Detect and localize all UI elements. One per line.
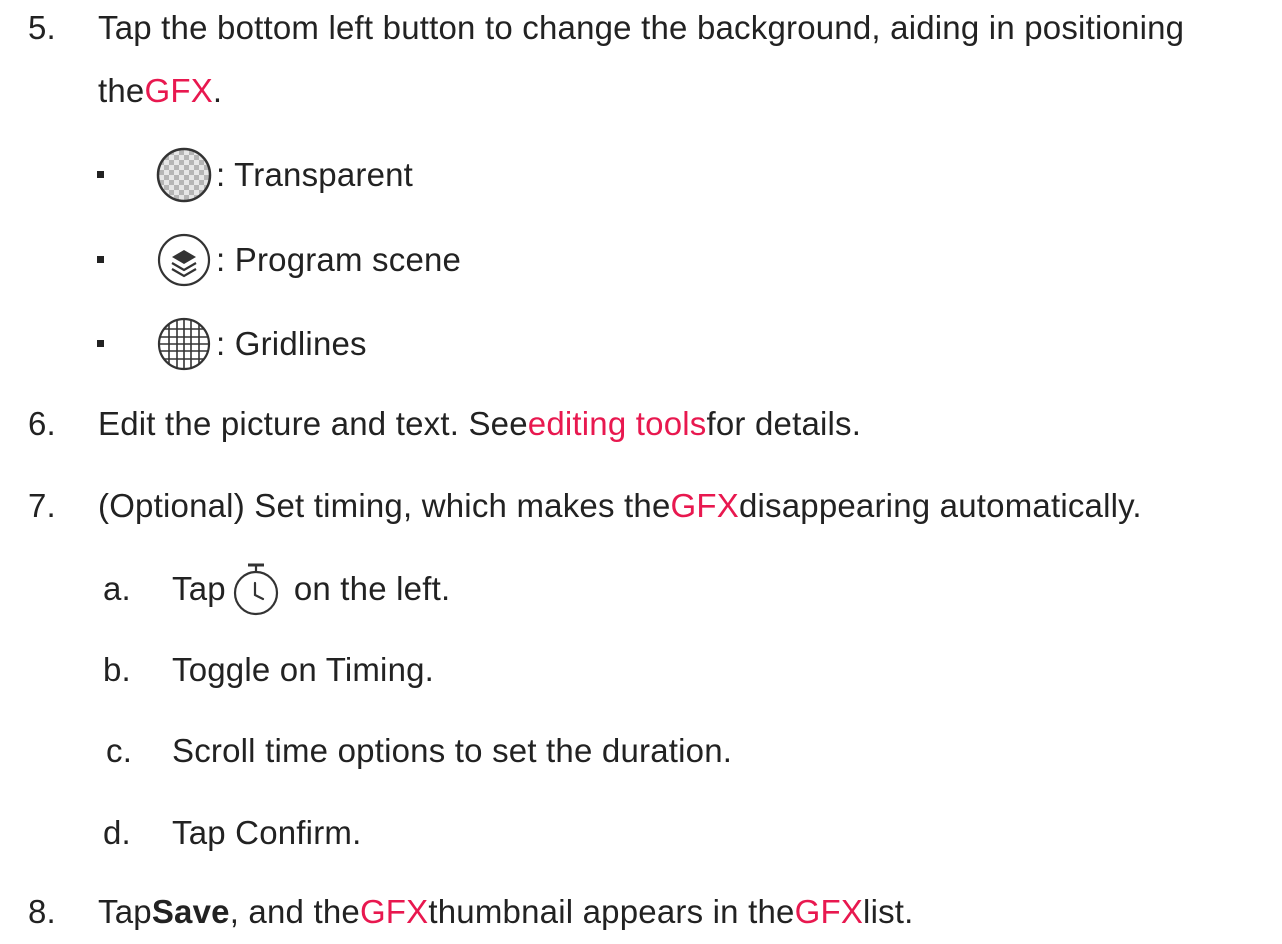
substep-text: Tap on the left. xyxy=(172,559,450,619)
step-text: (Optional) Set timing, which makes the G… xyxy=(98,487,1142,525)
gfx-term: GFX xyxy=(794,893,864,930)
step-text-cont: the GFX. xyxy=(98,72,222,110)
step-text: Edit the picture and text. See editing t… xyxy=(98,405,861,443)
bullet-content: : Transparent xyxy=(154,145,413,205)
text-segment: disappearing automatically. xyxy=(738,487,1142,524)
editing-tools-link[interactable]: editing tools xyxy=(528,405,707,443)
step-text: Tap the bottom left button to change the… xyxy=(98,9,1185,46)
substep-marker: b. xyxy=(103,651,131,688)
step-text: Tap Save, and the GFX thumbnail appears … xyxy=(98,893,914,931)
step-number: 6. xyxy=(28,405,56,442)
grid-icon xyxy=(154,314,214,374)
substep-text: Tap Confirm. xyxy=(172,814,362,851)
bullet-label: : Transparent xyxy=(216,156,414,193)
bullet-marker xyxy=(97,171,104,178)
text-segment: Tap xyxy=(172,570,226,607)
save-term: Save xyxy=(151,893,230,930)
text-segment: Tap xyxy=(98,893,152,930)
bullet-content: : Program scene xyxy=(154,230,461,290)
gfx-term: GFX xyxy=(670,487,739,524)
text-segment: Edit the picture and text. See xyxy=(98,405,528,442)
text-segment: thumbnail appears in the xyxy=(428,893,795,930)
step-number: 5. xyxy=(28,9,56,46)
bullet-label: : Program scene xyxy=(216,241,462,278)
bullet-marker xyxy=(97,256,104,263)
substep-marker: a. xyxy=(103,570,131,607)
substep-text: Toggle on Timing. xyxy=(172,651,435,688)
step-number: 7. xyxy=(28,487,56,524)
substep-text: Scroll time options to set the duration. xyxy=(172,732,733,769)
text-segment: the xyxy=(98,72,145,109)
timer-icon xyxy=(228,559,284,619)
text-segment: . xyxy=(212,72,223,109)
text-segment: list. xyxy=(863,893,914,930)
bullet-content: : Gridlines xyxy=(154,314,367,374)
substep-marker: c. xyxy=(106,732,133,769)
transparent-icon xyxy=(154,145,214,205)
bullet-marker xyxy=(97,340,104,347)
gfx-term: GFX xyxy=(144,72,213,109)
substep-marker: d. xyxy=(103,814,131,851)
text-segment: on the left. xyxy=(293,570,451,607)
gfx-term: GFX xyxy=(359,893,429,930)
layers-icon xyxy=(154,230,214,290)
text-segment: for details. xyxy=(706,405,862,442)
step-number: 8. xyxy=(28,893,56,930)
bullet-label: : Gridlines xyxy=(216,325,367,362)
text-segment: , and the xyxy=(229,893,360,930)
text-segment: (Optional) Set timing, which makes the xyxy=(98,487,671,524)
